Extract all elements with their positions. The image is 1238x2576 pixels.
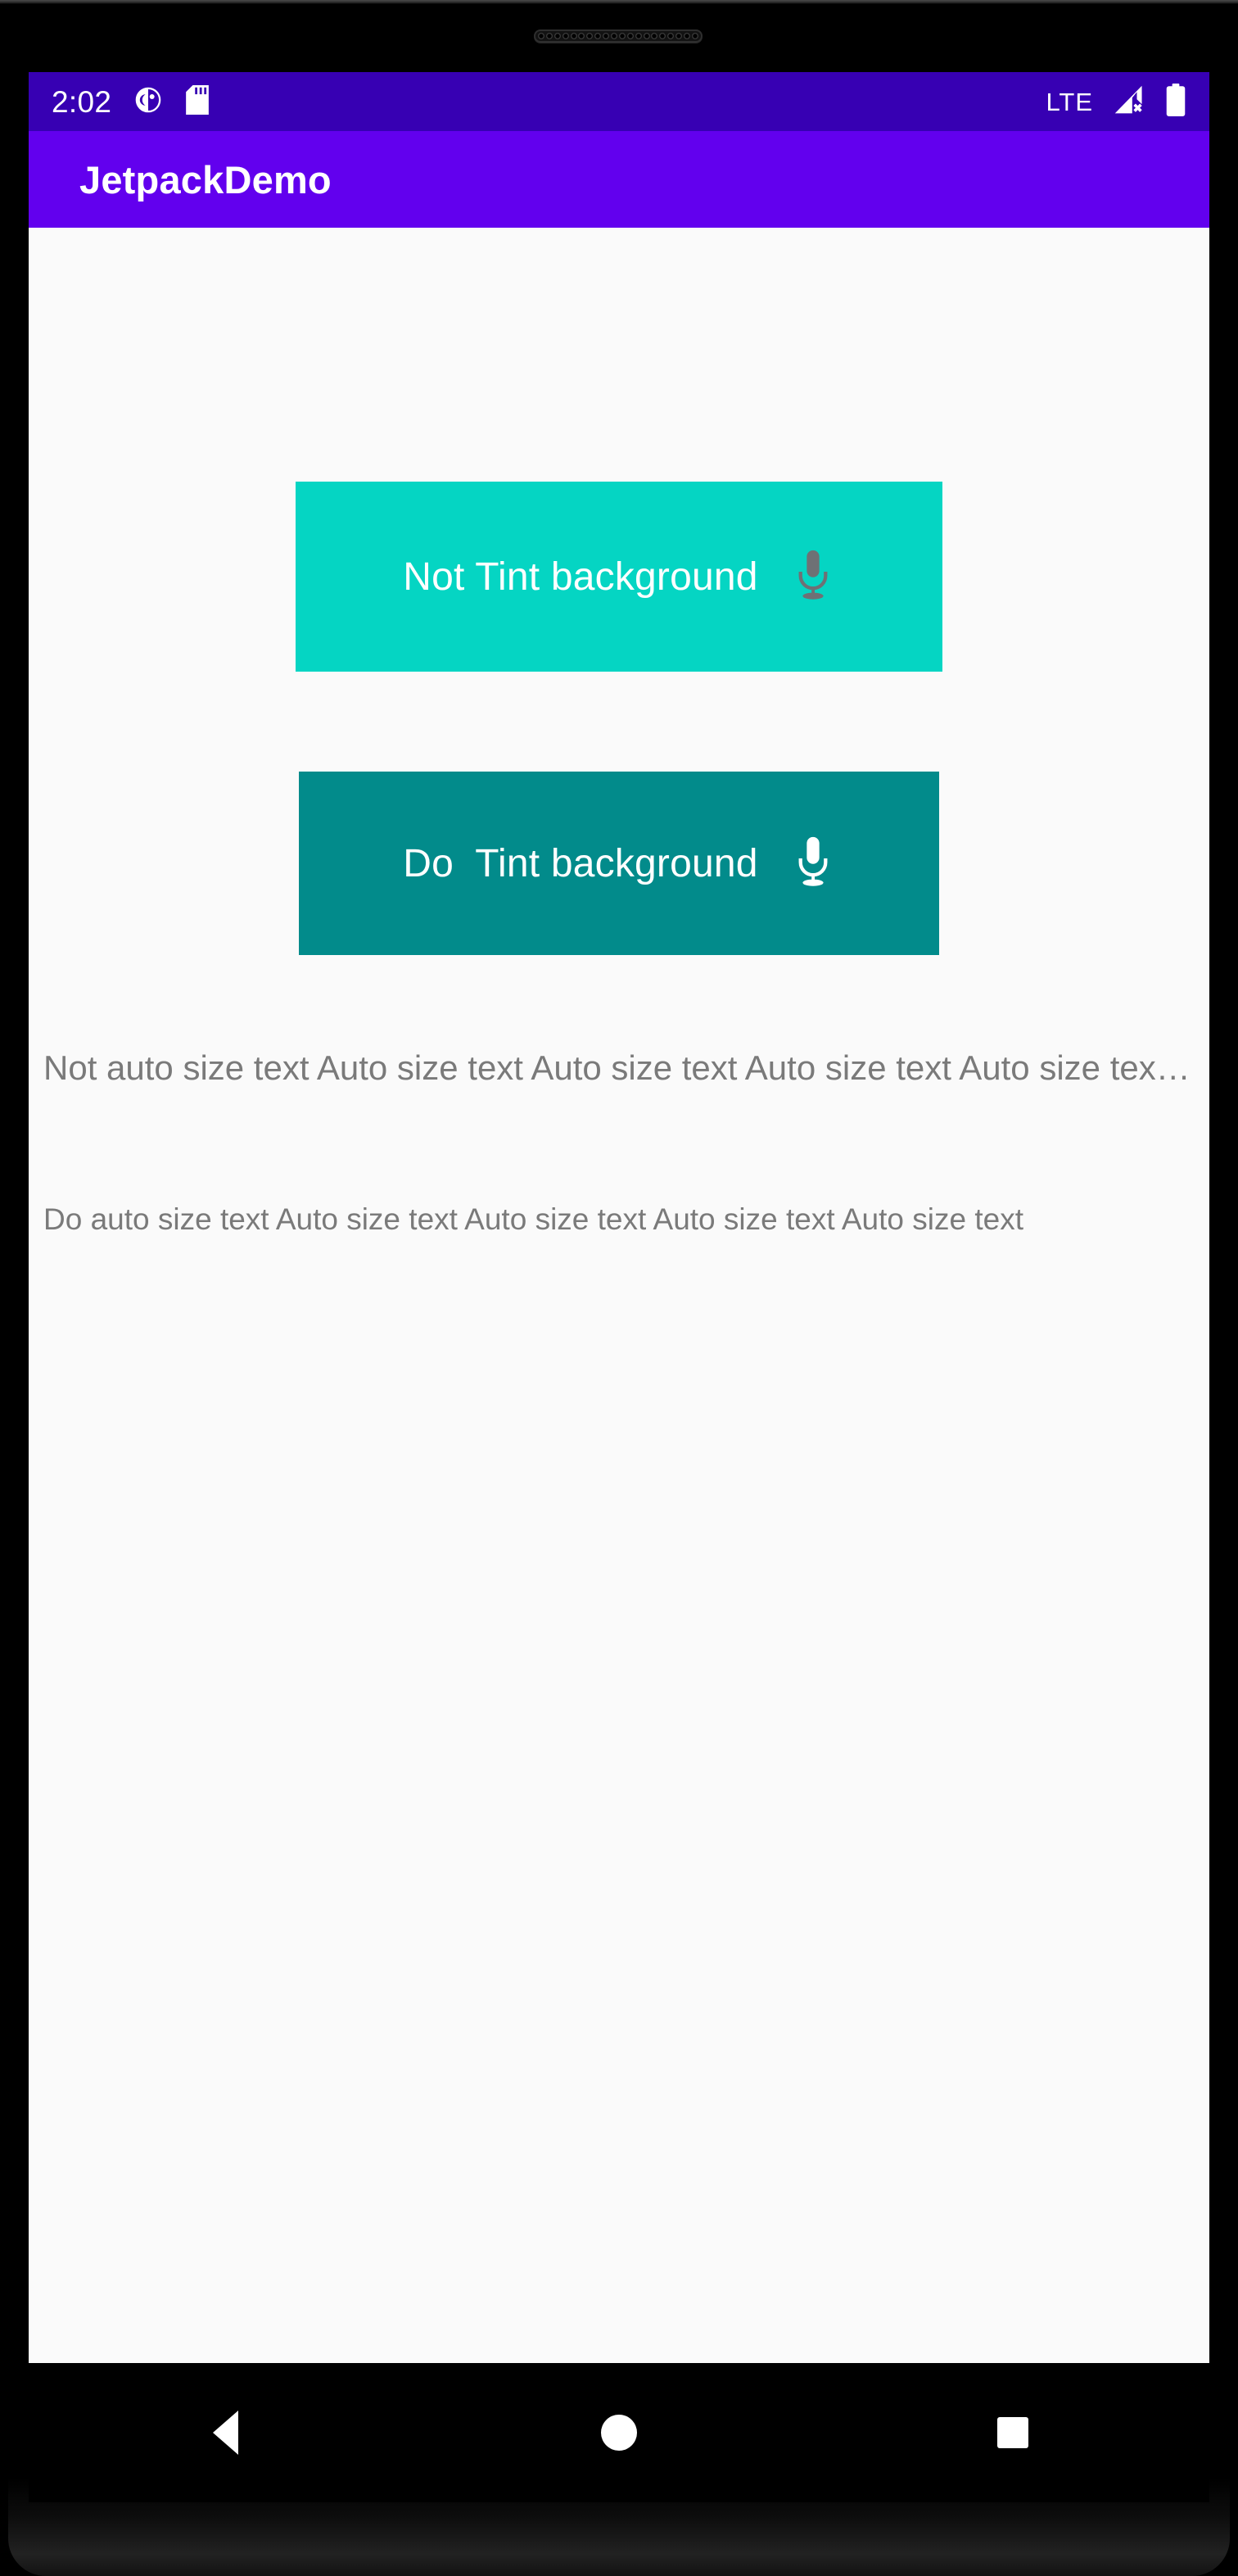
nav-home-button[interactable] [553,2384,685,2482]
status-bar-left-group: 2:02 [52,84,210,119]
page-title: JetpackDemo [79,157,332,201]
square-recents-icon [996,2417,1028,2448]
not-tint-background-button-label: Not Tint background [403,555,758,599]
status-bar-right-group: LTE [1046,83,1186,120]
nav-recents-button[interactable] [947,2384,1078,2482]
battery-full-icon [1165,83,1186,120]
device-frame: 2:02 LTE JetpackDemo Not Tint background… [0,0,1238,2576]
earpiece-speaker [534,29,703,43]
microphone-icon [791,546,835,608]
signal-no-service-icon [1111,84,1147,120]
do-tint-background-button[interactable]: Do Tint background [299,772,939,955]
nav-back-button[interactable] [160,2384,291,2482]
app-bar: JetpackDemo [29,131,1209,228]
sd-card-icon [185,84,210,119]
status-bar-clock: 2:02 [52,84,112,119]
circle-home-icon [600,2415,637,2451]
microphone-icon [791,833,835,894]
do-autosize-text: Do auto size text Auto size text Auto si… [43,1202,1023,1236]
device-top-bevel [0,0,1238,4]
system-navigation-bar [29,2363,1209,2502]
do-tint-background-button-label: Do Tint background [403,841,758,885]
network-type-label: LTE [1046,87,1093,116]
triangle-back-icon [212,2411,238,2455]
not-tint-background-button[interactable]: Not Tint background [296,482,942,672]
status-bar: 2:02 LTE [29,72,1209,131]
phone-screen: 2:02 LTE JetpackDemo Not Tint background… [29,72,1209,2363]
not-autosize-text: Not auto size text Auto size text Auto s… [43,1048,1195,1087]
app-notification-icon [134,86,162,118]
main-content: Not Tint background Do Tint background N… [29,228,1209,2363]
